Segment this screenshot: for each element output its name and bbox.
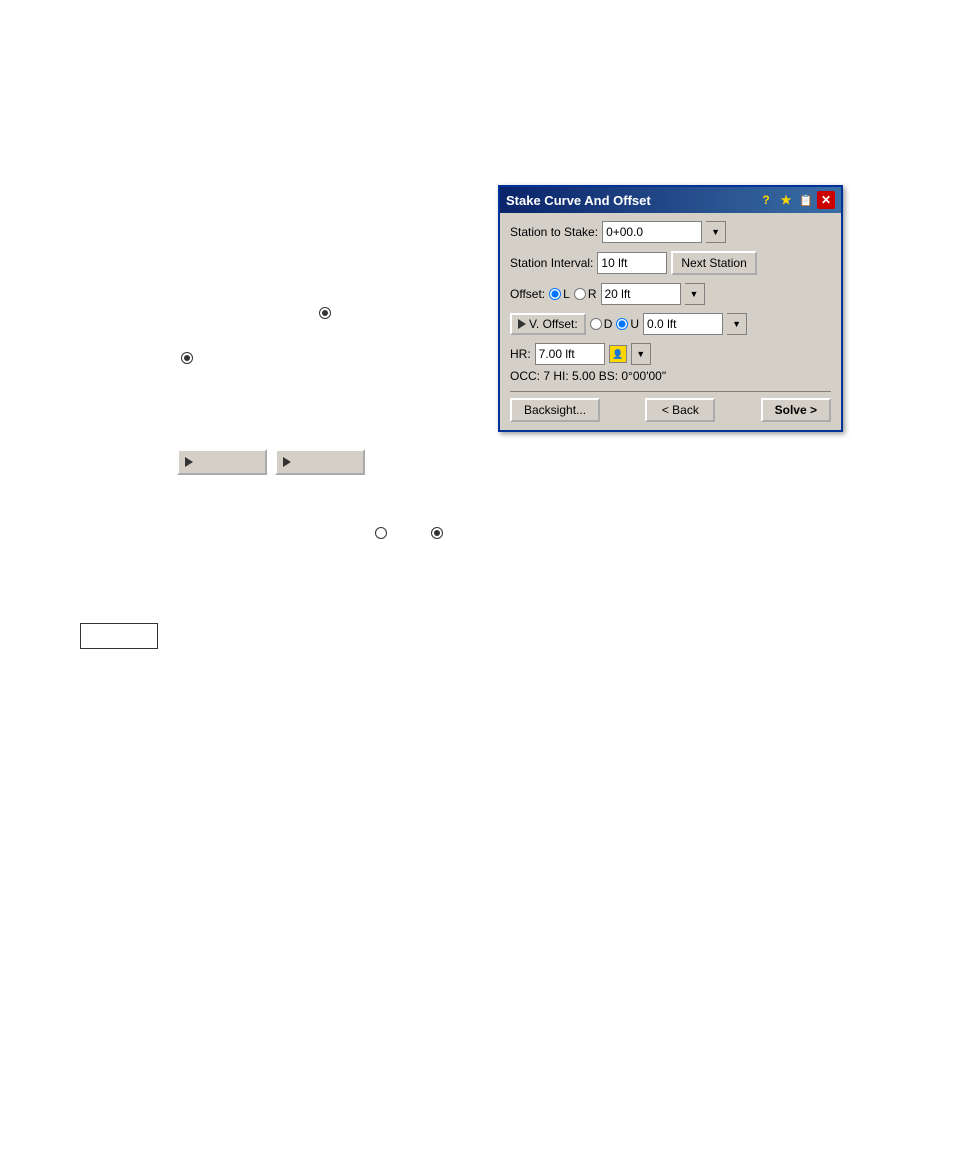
next-station-button[interactable]: Next Station — [671, 251, 756, 275]
hr-person-icon[interactable]: 👤 — [609, 345, 627, 363]
v-offset-button[interactable]: V. Offset: — [510, 313, 586, 335]
bg-button-1[interactable] — [177, 449, 267, 475]
dialog-titlebar: Stake Curve And Offset ? ★ 📋 ✕ — [500, 187, 841, 213]
v-offset-row: V. Offset: D U ▼ — [510, 313, 831, 335]
help-icon[interactable]: ? — [757, 191, 775, 209]
v-offset-u-radio[interactable] — [616, 318, 628, 330]
offset-label: Offset: — [510, 287, 545, 301]
bg-button-2[interactable] — [275, 449, 365, 475]
hr-dropdown[interactable]: ▼ — [631, 343, 651, 365]
dialog-body: Station to Stake: ▼ Station Interval: Ne… — [500, 213, 841, 430]
close-icon[interactable]: ✕ — [817, 191, 835, 209]
favorite-icon[interactable]: ★ — [777, 191, 795, 209]
station-interval-row: Station Interval: Next Station — [510, 251, 831, 275]
station-to-stake-dropdown[interactable]: ▼ — [706, 221, 726, 243]
bg-radio-4 — [431, 527, 443, 539]
dialog-title: Stake Curve And Offset — [506, 193, 757, 208]
v-offset-radio-group: D U — [590, 317, 639, 331]
backsight-button[interactable]: Backsight... — [510, 398, 600, 422]
back-button[interactable]: < Back — [645, 398, 715, 422]
offset-r-radio[interactable] — [574, 288, 586, 300]
station-to-stake-label: Station to Stake: — [510, 225, 598, 239]
bg-radio-1 — [319, 307, 331, 319]
offset-r-label[interactable]: R — [574, 287, 597, 301]
v-offset-d-radio[interactable] — [590, 318, 602, 330]
copy-icon[interactable]: 📋 — [797, 191, 815, 209]
station-interval-input[interactable] — [597, 252, 667, 274]
offset-dropdown[interactable]: ▼ — [685, 283, 705, 305]
offset-input[interactable] — [601, 283, 681, 305]
play-icon-2 — [283, 457, 291, 467]
offset-radio-group: L R — [549, 287, 596, 301]
play-icon-1 — [185, 457, 193, 467]
v-offset-input[interactable] — [643, 313, 723, 335]
v-offset-dropdown[interactable]: ▼ — [727, 313, 747, 335]
station-interval-label: Station Interval: — [510, 256, 593, 270]
v-offset-play-icon — [518, 319, 526, 329]
v-offset-u-label[interactable]: U — [616, 317, 639, 331]
station-to-stake-input[interactable] — [602, 221, 702, 243]
solve-button[interactable]: Solve > — [761, 398, 831, 422]
occ-info-line: OCC: 7 HI: 5.00 BS: 0°00'00" — [510, 369, 831, 383]
v-offset-d-label[interactable]: D — [590, 317, 613, 331]
titlebar-icons: ? ★ 📋 ✕ — [757, 191, 835, 209]
offset-l-label[interactable]: L — [549, 287, 570, 301]
hr-row: HR: 👤 ▼ — [510, 343, 831, 365]
bg-radio-3 — [375, 527, 387, 539]
station-to-stake-row: Station to Stake: ▼ — [510, 221, 831, 243]
hr-input[interactable] — [535, 343, 605, 365]
offset-l-radio[interactable] — [549, 288, 561, 300]
bg-rect-1 — [80, 623, 158, 649]
hr-label: HR: — [510, 347, 531, 361]
bg-radio-2 — [181, 352, 193, 364]
offset-row: Offset: L R ▼ — [510, 283, 831, 305]
stake-curve-dialog: Stake Curve And Offset ? ★ 📋 ✕ Station t… — [498, 185, 843, 432]
bottom-buttons: Backsight... < Back Solve > — [510, 391, 831, 422]
